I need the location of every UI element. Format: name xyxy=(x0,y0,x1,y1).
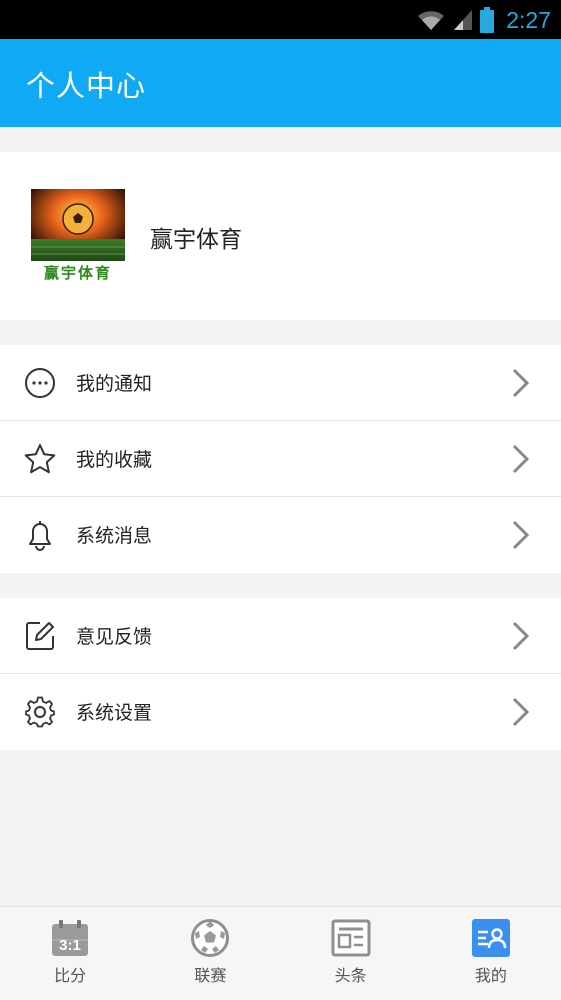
scoreboard-icon: 3:1 xyxy=(52,920,89,956)
menu-label: 系统设置 xyxy=(76,702,153,724)
menu-group-personal: 我的通知 我的收藏 系统消息 xyxy=(0,345,561,573)
tab-mine[interactable]: 我的 xyxy=(421,907,561,1000)
status-time: 2:27 xyxy=(506,6,551,33)
menu-item-settings[interactable]: 系统设置 xyxy=(0,674,561,750)
status-bar: 2:27 xyxy=(0,0,561,39)
more-circle-icon xyxy=(25,368,55,398)
scoreboard-text: 3:1 xyxy=(59,937,81,954)
menu-group-system: 意见反馈 系统设置 xyxy=(0,598,561,750)
tab-scores[interactable]: 3:1 比分 xyxy=(0,907,140,1000)
chevron-right-icon xyxy=(512,368,530,398)
bell-icon xyxy=(29,521,51,551)
profile-icon xyxy=(471,919,510,957)
profile-name: 赢宇体育 xyxy=(150,227,242,253)
menu-item-notifications[interactable]: 我的通知 xyxy=(0,345,561,421)
tab-leagues[interactable]: 联赛 xyxy=(140,907,280,1000)
wifi-icon xyxy=(418,11,445,31)
menu-item-favorites[interactable]: 我的收藏 xyxy=(0,421,561,497)
page-title: 个人中心 xyxy=(26,69,147,103)
bottom-nav: 3:1 比分 联赛 头条 我的 xyxy=(0,906,561,1000)
battery-icon xyxy=(480,7,495,33)
app-header: 个人中心 xyxy=(0,39,561,127)
gear-icon xyxy=(25,696,55,728)
profile-logo: 赢宇体育 xyxy=(31,189,125,284)
nav-label: 我的 xyxy=(474,966,507,985)
menu-item-system-messages[interactable]: 系统消息 xyxy=(0,497,561,573)
edit-icon xyxy=(26,622,54,650)
chevron-right-icon xyxy=(512,444,530,474)
signal-icon xyxy=(454,10,473,30)
chevron-right-icon xyxy=(512,520,530,550)
chevron-right-icon xyxy=(512,621,530,651)
soccer-ball-icon xyxy=(191,919,230,957)
profile-card[interactable]: 赢宇体育 赢宇体育 xyxy=(0,152,561,320)
menu-label: 系统消息 xyxy=(76,525,153,547)
menu-label: 我的通知 xyxy=(76,373,153,395)
menu-item-feedback[interactable]: 意见反馈 xyxy=(0,598,561,674)
menu-label: 意见反馈 xyxy=(76,626,153,648)
nav-label: 比分 xyxy=(54,966,87,985)
chevron-right-icon xyxy=(512,697,530,727)
news-icon xyxy=(331,919,371,957)
star-icon xyxy=(24,444,56,474)
nav-label: 联赛 xyxy=(194,966,227,985)
tab-headlines[interactable]: 头条 xyxy=(281,907,421,1000)
logo-caption: 赢宇体育 xyxy=(43,264,112,282)
nav-label: 头条 xyxy=(334,966,367,985)
menu-label: 我的收藏 xyxy=(76,449,153,471)
